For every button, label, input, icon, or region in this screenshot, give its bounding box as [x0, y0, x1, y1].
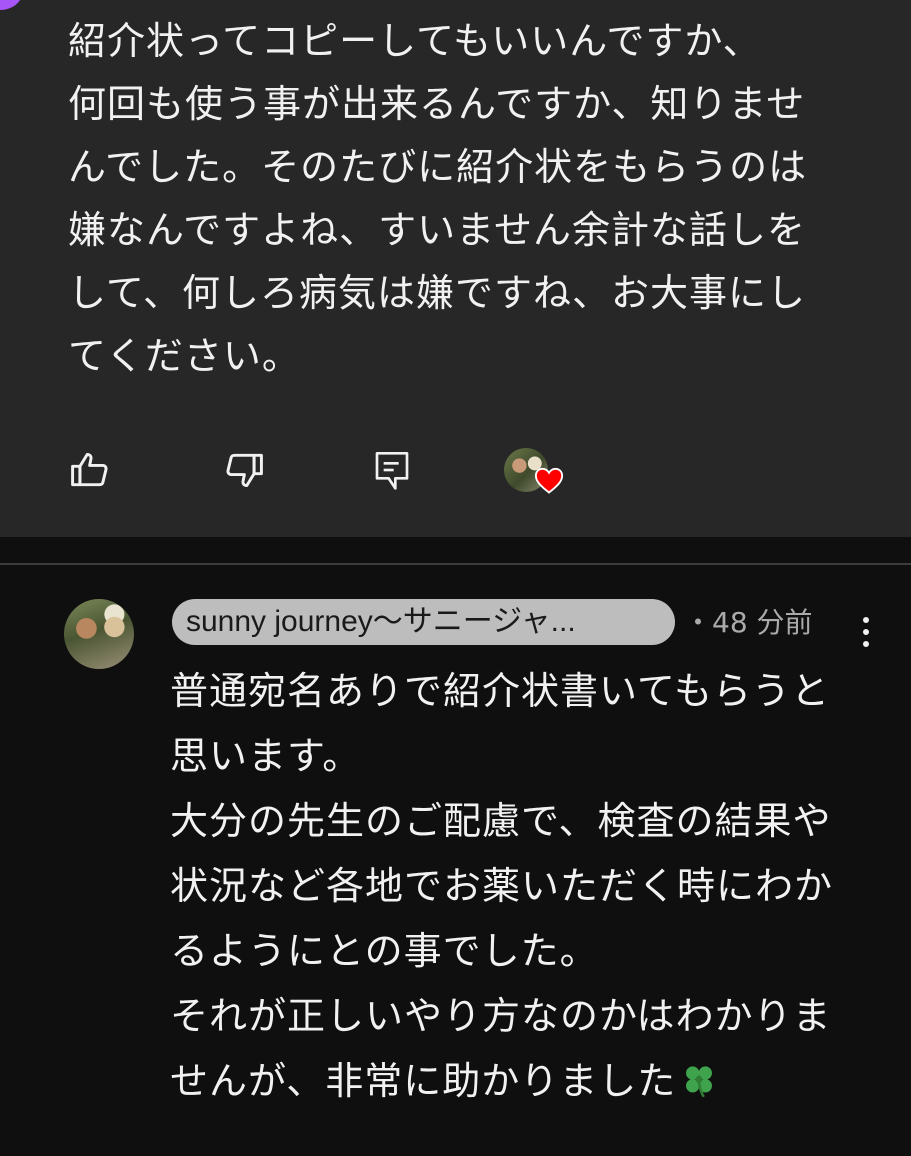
like-button[interactable] [60, 440, 120, 500]
creator-heart [502, 446, 566, 498]
author-name-chip[interactable]: sunny journey〜サニージャ... [172, 599, 675, 645]
reply-text-body: 普通宛名ありで紹介状書いてもらうと 思います。 大分の先生のご配慮で、検査の結果… [170, 669, 834, 1103]
thumbs-down-icon [226, 453, 263, 488]
thumbs-up-icon [71, 452, 108, 487]
more-options-icon[interactable] [846, 607, 886, 657]
avatar[interactable] [64, 599, 134, 669]
reply-comment: sunny journey〜サニージャ... ・48 分前 普通宛名ありで紹介状… [0, 565, 911, 1156]
reply-button[interactable] [362, 440, 422, 500]
heart-icon [534, 467, 564, 494]
comment-timestamp: ・48 分前 [684, 606, 813, 639]
parent-comment-text: 紹介状ってコピーしてもいいんですか、 何回も使う事が出来るんですか、知りませ ん… [68, 19, 808, 378]
dislike-button[interactable] [214, 440, 274, 500]
comment-action-bar [0, 440, 911, 510]
thread-gap [0, 537, 911, 563]
four-leaf-clover-icon [686, 1066, 713, 1098]
reply-icon [375, 452, 409, 490]
parent-comment: 紹介状ってコピーしてもいいんですか、 何回も使う事が出来るんですか、知りませ ん… [0, 0, 911, 537]
avatar-edge [0, 0, 22, 10]
reply-comment-text: 普通宛名ありで紹介状書いてもらうと 思います。 大分の先生のご配慮で、検査の結果… [170, 659, 870, 1114]
